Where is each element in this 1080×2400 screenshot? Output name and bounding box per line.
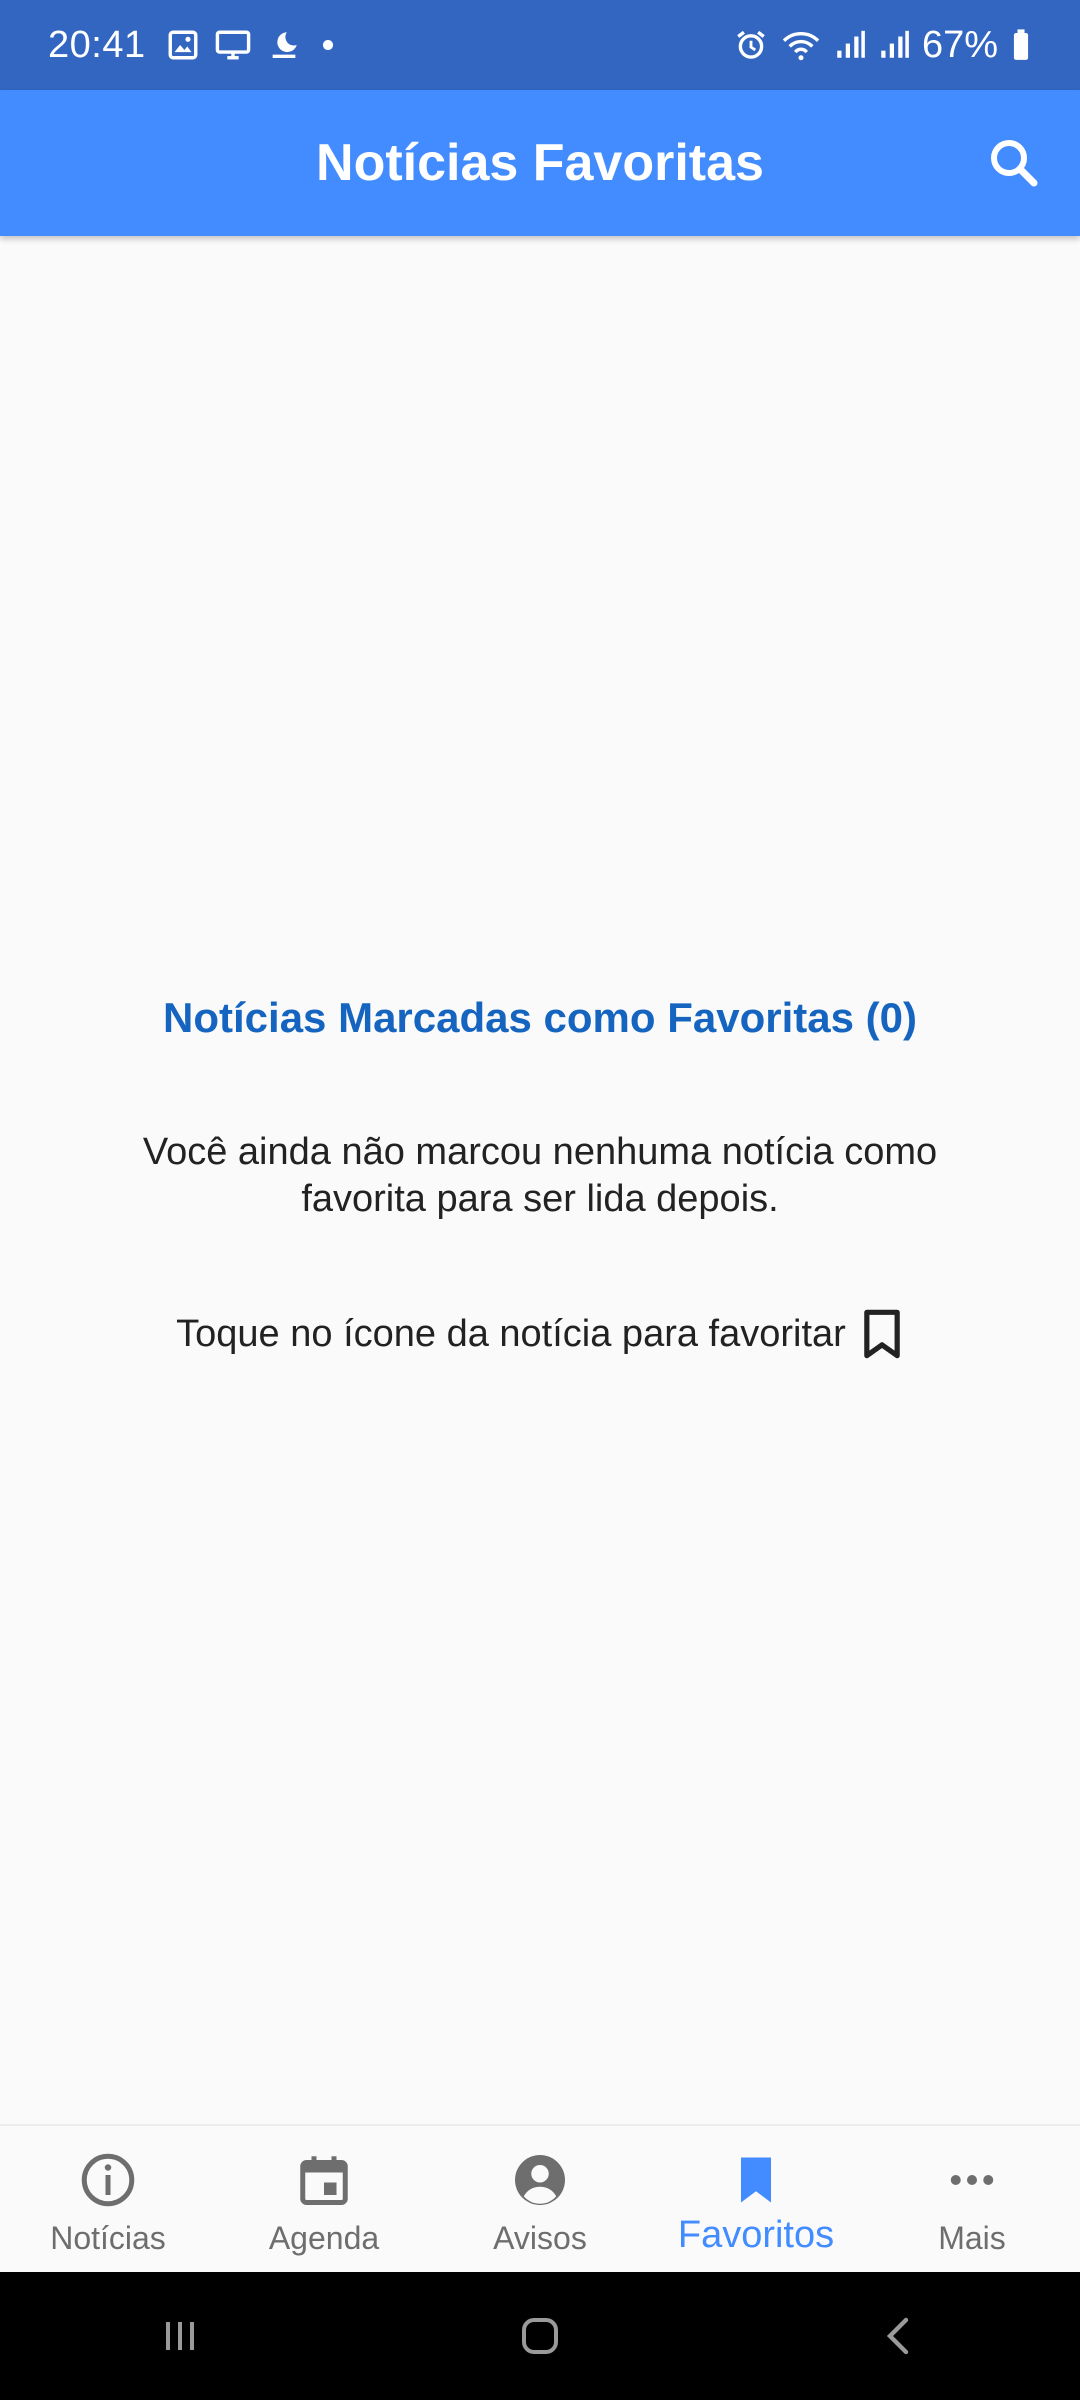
status-bar: 20:41 67% bbox=[0, 0, 1080, 90]
nav-item-label: Agenda bbox=[268, 2220, 380, 2256]
back-icon bbox=[886, 2317, 909, 2355]
wifi-icon bbox=[782, 32, 820, 61]
screen-cast-icon bbox=[215, 30, 250, 60]
signal-icon bbox=[881, 30, 909, 58]
battery-icon bbox=[1013, 29, 1029, 60]
signal-icon bbox=[837, 30, 865, 58]
bottom-navigation: Notícias Agenda Avisos Favoritos Mais bbox=[0, 2124, 1080, 2272]
home-button[interactable] bbox=[500, 2296, 580, 2376]
nav-item-noticias[interactable]: Notícias bbox=[0, 2126, 216, 2272]
nav-item-avisos[interactable]: Avisos bbox=[432, 2126, 648, 2272]
recent-apps-icon bbox=[166, 2322, 194, 2350]
favorite-hint: Toque no ícone da notícia para favoritar bbox=[0, 1308, 1080, 1360]
nav-item-agenda[interactable]: Agenda bbox=[216, 2126, 432, 2272]
bookmark-outline-icon bbox=[864, 1309, 900, 1359]
more-horizontal-icon bbox=[950, 2175, 994, 2185]
back-button[interactable] bbox=[860, 2296, 940, 2376]
battery-percent: 67% bbox=[921, 23, 998, 66]
info-icon bbox=[81, 2153, 135, 2207]
nav-item-label: Avisos bbox=[493, 2220, 587, 2256]
system-navigation-bar bbox=[0, 2272, 1080, 2400]
calendar-icon bbox=[300, 2156, 348, 2205]
nav-item-label: Mais bbox=[938, 2220, 1006, 2256]
empty-state-title: Notícias Marcadas como Favoritas (0) bbox=[163, 994, 917, 1041]
bookmark-icon bbox=[741, 2157, 771, 2203]
nav-item-favoritos[interactable]: Favoritos bbox=[648, 2126, 864, 2272]
nav-item-label: Notícias bbox=[50, 2220, 166, 2256]
favorite-hint-text: Toque no ícone da notícia para favoritar bbox=[176, 1312, 846, 1355]
app-bar: Notícias Favoritas bbox=[0, 90, 1080, 236]
page-title: Notícias Favoritas bbox=[316, 134, 764, 192]
weather-icon bbox=[272, 32, 297, 59]
nav-item-mais[interactable]: Mais bbox=[864, 2126, 1080, 2272]
gallery-icon bbox=[168, 30, 198, 60]
nav-item-label: Favoritos bbox=[677, 2214, 835, 2256]
favorites-content: Notícias Marcadas como Favoritas (0) Voc… bbox=[0, 236, 1080, 2124]
status-right: 67% bbox=[734, 24, 1032, 67]
recent-apps-button[interactable] bbox=[140, 2296, 220, 2376]
dot-icon bbox=[322, 39, 333, 51]
status-left-icons bbox=[166, 28, 340, 62]
home-icon bbox=[522, 2318, 558, 2354]
alarm-icon bbox=[737, 30, 765, 59]
search-icon bbox=[991, 140, 1038, 187]
empty-state-description: Você ainda não marcou nenhuma notícia co… bbox=[142, 1131, 938, 1220]
status-time: 20:41 bbox=[48, 23, 146, 66]
account-circle-icon bbox=[515, 2155, 565, 2205]
search-button[interactable] bbox=[984, 133, 1044, 193]
